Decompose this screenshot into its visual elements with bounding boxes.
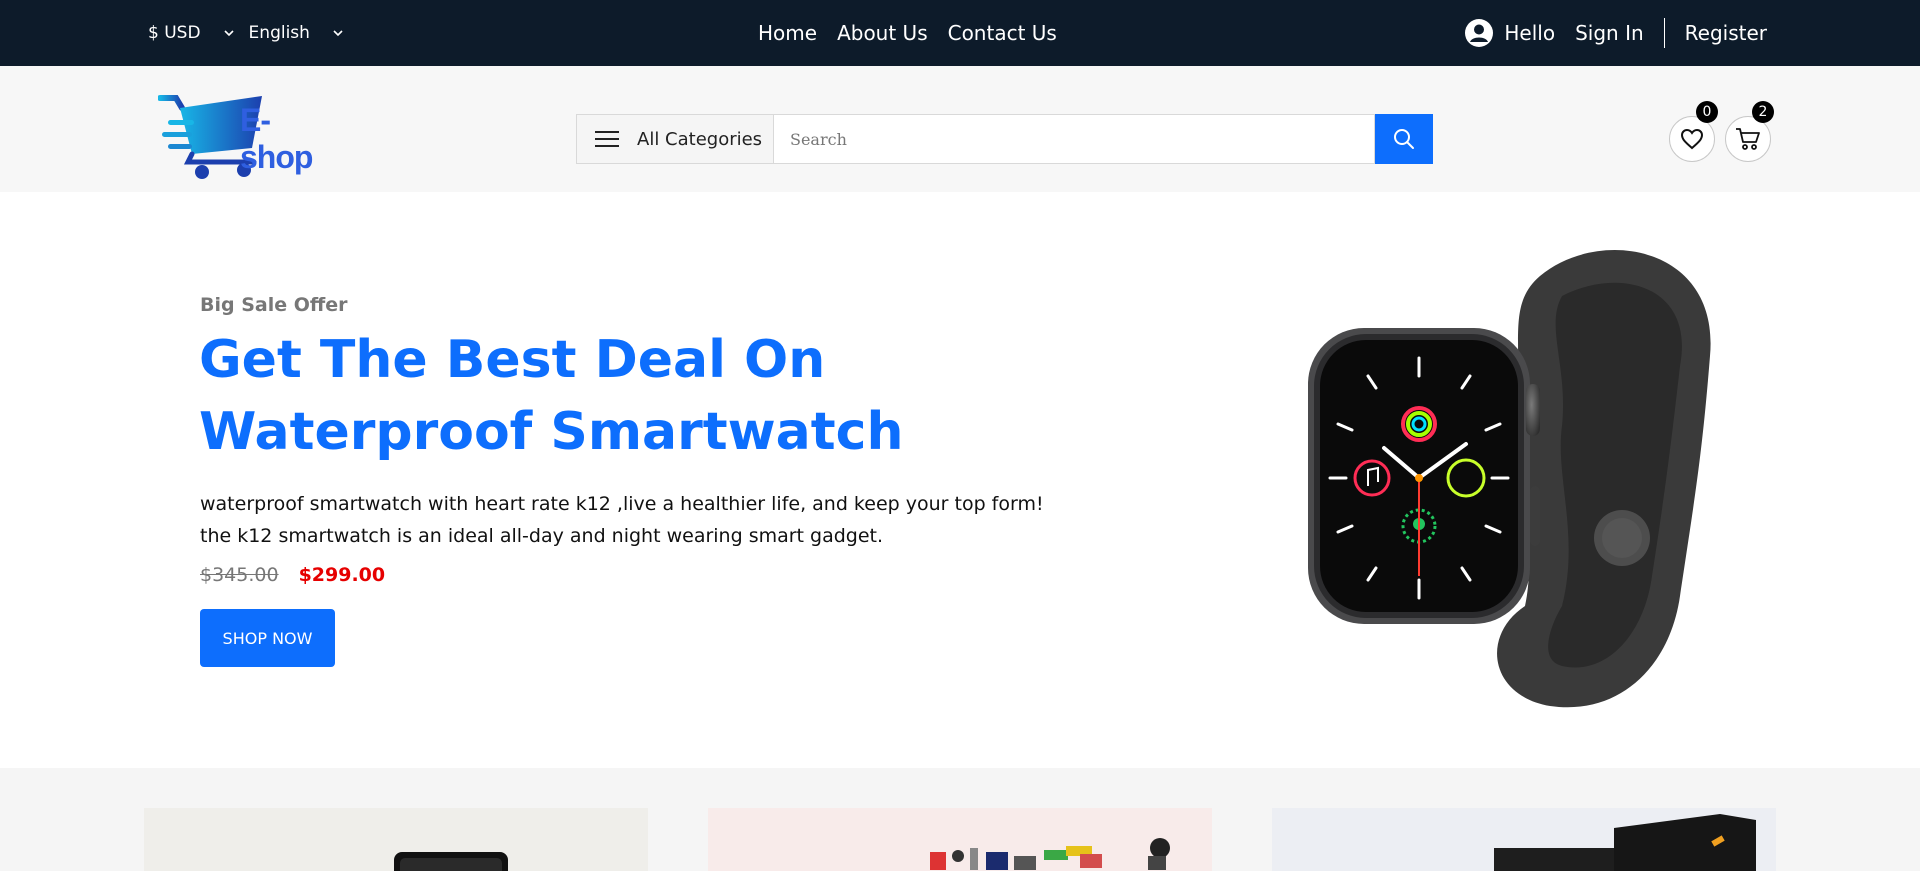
search-icon [1394, 129, 1414, 149]
sign-in-link[interactable]: Sign In [1575, 21, 1644, 45]
smartwatch-image [1308, 250, 1711, 708]
hero-description: waterproof smartwatch with heart rate k1… [200, 493, 1044, 547]
category-card-computers[interactable] [1272, 808, 1776, 871]
menu-icon [595, 131, 619, 147]
hero-kicker: Big Sale Offer [200, 294, 348, 316]
wishlist-count-badge: 0 [1696, 101, 1718, 123]
nav-about-link[interactable]: About Us [837, 21, 928, 45]
greeting-label: Hello [1504, 21, 1556, 45]
shop-now-button[interactable]: SHOP NOW [200, 609, 335, 667]
old-price: $345.00 [200, 564, 279, 586]
heart-icon [1680, 128, 1704, 150]
currency-label: $ USD [148, 23, 201, 43]
site-header: E-shop All Categories 0 [0, 66, 1920, 192]
computer-image [1494, 814, 1756, 871]
language-label: English [248, 23, 310, 43]
category-cards-section [0, 768, 1920, 871]
search-button[interactable] [1375, 114, 1433, 164]
user-greeting[interactable]: Hello [1464, 18, 1555, 48]
register-link[interactable]: Register [1685, 21, 1767, 45]
nav-home-link[interactable]: Home [758, 21, 817, 45]
account-area: Hello Sign In Register [1464, 0, 1767, 66]
locale-selectors: $ USD English [148, 0, 344, 66]
hero-banner: Big Sale Offer Get The Best Deal On Wate… [0, 192, 1920, 768]
all-categories-button[interactable]: All Categories [576, 114, 774, 164]
user-icon [1465, 19, 1494, 47]
chevron-down-icon [333, 30, 343, 37]
search-bar: All Categories [576, 114, 1433, 164]
chevron-down-icon [223, 30, 234, 37]
sale-price: $299.00 [298, 564, 386, 586]
category-card-accessories[interactable] [708, 808, 1212, 871]
wishlist-button[interactable]: 0 [1669, 101, 1718, 162]
logo-text: E-shop [240, 102, 313, 175]
hero-prices: $345.00 $299.00 [200, 564, 385, 586]
top-bar: $ USD English Home About Us Contact Us H… [0, 0, 1920, 66]
category-card-tablets[interactable] [144, 808, 648, 871]
accessories-image [930, 838, 1170, 870]
currency-dropdown[interactable]: $ USD [148, 23, 235, 43]
tablet-image [394, 852, 508, 871]
categories-label: All Categories [637, 128, 763, 150]
cart-icon [1736, 128, 1760, 150]
site-logo[interactable]: E-shop [157, 92, 338, 182]
divider [1663, 18, 1665, 48]
cart-count-badge: 2 [1752, 101, 1774, 123]
hero-title: Get The Best Deal On Waterproof Smartwat… [199, 330, 904, 462]
main-nav: Home About Us Contact Us [758, 0, 1077, 66]
language-dropdown[interactable]: English [249, 23, 344, 43]
cart-button[interactable]: 2 [1725, 101, 1774, 162]
nav-contact-link[interactable]: Contact Us [948, 21, 1057, 45]
search-input[interactable] [774, 114, 1375, 164]
